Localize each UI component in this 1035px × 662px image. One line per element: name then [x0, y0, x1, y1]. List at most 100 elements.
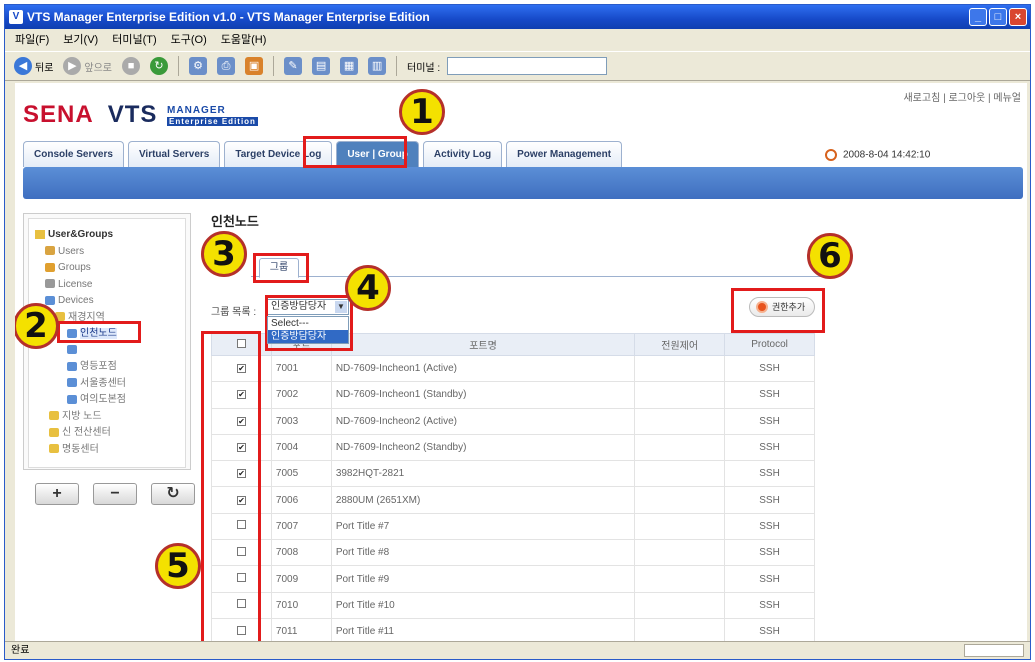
dropdown-option-select[interactable]: Select---: [268, 317, 348, 330]
folder-icon: [49, 427, 59, 437]
protocol-cell: SSH: [724, 591, 815, 619]
port-cell: 7004: [270, 433, 332, 462]
user-icon: [45, 246, 55, 256]
terminal-address-field[interactable]: [447, 57, 608, 75]
highlight-user-group-tab: [303, 136, 407, 168]
tree-item-myeongdong[interactable]: 명동센터: [35, 442, 179, 459]
protocol-cell: SSH: [724, 407, 815, 435]
menu-terminal[interactable]: 터미널(T): [112, 29, 156, 51]
connect-icon: ⚙: [189, 57, 208, 75]
tree-item-groups[interactable]: Groups: [35, 260, 179, 277]
stop-button[interactable]: ■: [119, 55, 143, 77]
port-cell: 7010: [270, 591, 332, 619]
tree-item-hidden[interactable]: [35, 343, 179, 360]
power-cell: [634, 617, 726, 641]
tree-item-yeongdeungpo[interactable]: 영등포점: [35, 359, 179, 376]
tab-console-servers[interactable]: Console Servers: [23, 141, 124, 167]
datetime: 2008-8-04 14:42:10: [825, 149, 930, 161]
table-row[interactable]: ✔ 7005 3982HQT-2821 SSH: [211, 460, 815, 488]
protocol-cell: SSH: [724, 539, 815, 567]
table-row[interactable]: ✔ 7003 ND-7609-Incheon2 (Active) SSH: [211, 407, 815, 435]
save-icon: ▣: [245, 57, 264, 75]
highlight-group-subtab: [253, 253, 309, 283]
tree-item-yeouido[interactable]: 여의도본점: [35, 392, 179, 409]
refresh-tree-button[interactable]: ↻: [151, 483, 195, 505]
print-button[interactable]: ⎙: [214, 55, 238, 77]
group-icon: [45, 262, 55, 272]
tree-item-devices[interactable]: Devices: [35, 293, 179, 310]
tree-view: User&Groups Users Groups License Devices…: [28, 218, 186, 468]
protocol-cell: SSH: [724, 512, 815, 541]
menu-help[interactable]: 도움말(H): [221, 29, 267, 51]
folder-icon: [49, 444, 59, 454]
tree-item-license[interactable]: License: [35, 277, 179, 294]
tab-virtual-servers[interactable]: Virtual Servers: [127, 141, 221, 167]
save-button[interactable]: ▣: [242, 55, 266, 77]
back-button[interactable]: ◀ 뒤로: [11, 55, 56, 77]
power-cell: [634, 591, 726, 619]
callout-badge-1: 1: [399, 89, 445, 135]
table-row[interactable]: ✔ 7004 ND-7609-Incheon2 (Standby) SSH: [211, 433, 815, 462]
web-page: 새로고침 | 로그아웃 | 메뉴얼 SENA VTS MANAGER Enterpr…: [15, 83, 1027, 641]
status-zone-box: [964, 644, 1024, 657]
table-row[interactable]: ✔ 7006 2880UM (2651XM) SSH: [211, 486, 815, 514]
port-cell: 7009: [270, 565, 332, 593]
forward-arrow-icon: ▶: [63, 57, 82, 75]
tree-item-local[interactable]: 지방 노드: [35, 409, 179, 426]
highlight-add-permission: [731, 288, 825, 333]
tree-item-users[interactable]: Users: [35, 244, 179, 261]
tree-item-datacenter[interactable]: 신 전산센터: [35, 425, 179, 442]
port-table: 포트 포트명 전원제어 Protocol ✔ 7001 ND-7609-Incheo…: [211, 333, 815, 641]
group-list-label: 그룹 목록 :: [211, 307, 257, 318]
menu-tools[interactable]: 도구(O): [171, 29, 207, 51]
layout-button-1[interactable]: ▤: [309, 55, 333, 77]
print-icon: ⎙: [217, 57, 236, 75]
table-row[interactable]: 7007 Port Title #7 SSH: [211, 512, 815, 541]
edit-icon: ✎: [284, 57, 303, 75]
port-name-cell: Port Title #7: [330, 512, 636, 541]
tab-power-management[interactable]: Power Management: [506, 141, 623, 167]
menu-view[interactable]: 보기(V): [63, 29, 98, 51]
port-cell: 7008: [270, 539, 332, 567]
power-cell: [634, 512, 726, 541]
add-node-button[interactable]: +: [35, 483, 79, 505]
table-row[interactable]: 7009 Port Title #9 SSH: [211, 565, 815, 593]
layout-button-3[interactable]: ▥: [365, 55, 389, 77]
port-cell: 7007: [270, 512, 332, 541]
table-row[interactable]: ✔ 7001 ND-7609-Incheon1 (Active) SSH: [211, 354, 815, 383]
callout-badge-2: 2: [15, 303, 59, 349]
toolbar: ◀ 뒤로 ▶ 앞으로 ■ ↻ ⚙ ⎙ ▣ ✎ ▤ ▦ ▥ 터미널 :: [5, 51, 1030, 81]
tree-root[interactable]: User&Groups: [35, 227, 179, 244]
dropdown-option-admin[interactable]: 인증방담당자: [268, 330, 348, 343]
layout-button-2[interactable]: ▦: [337, 55, 361, 77]
tab-activity-log[interactable]: Activity Log: [422, 141, 503, 167]
forward-button[interactable]: ▶ 앞으로: [60, 55, 115, 77]
tree-item-seoul[interactable]: 서울종센터: [35, 376, 179, 393]
header-port-name: 포트명: [330, 333, 636, 356]
table-row[interactable]: ✔ 7002 ND-7609-Incheon1 (Standby) SSH: [211, 381, 815, 409]
close-button[interactable]: ×: [1009, 8, 1027, 26]
top-links[interactable]: 새로고침 | 로그아웃 | 메뉴얼: [903, 89, 1021, 104]
table-row[interactable]: 7011 Port Title #11 SSH: [211, 617, 815, 641]
table-row[interactable]: 7010 Port Title #10 SSH: [211, 591, 815, 619]
highlight-checkbox-column: [201, 331, 261, 641]
edit-button[interactable]: ✎: [281, 55, 305, 77]
maximize-button[interactable]: □: [989, 8, 1007, 26]
layout-icon: ▤: [312, 57, 331, 75]
stop-icon: ■: [122, 57, 141, 75]
device-icon: [45, 295, 55, 305]
page-title: 인천노드: [211, 214, 259, 229]
remove-node-button[interactable]: −: [93, 483, 137, 505]
minimize-button[interactable]: _: [969, 8, 987, 26]
header-power: 전원제어: [634, 333, 726, 356]
port-name-cell: ND-7609-Incheon2 (Standby): [330, 433, 636, 462]
power-cell: [634, 539, 726, 567]
connect-button[interactable]: ⚙: [186, 55, 210, 77]
table-row[interactable]: 7008 Port Title #8 SSH: [211, 539, 815, 567]
menu-file[interactable]: 파일(F): [15, 29, 49, 51]
port-name-cell: ND-7609-Incheon1 (Standby): [330, 381, 636, 409]
refresh-button[interactable]: ↻: [147, 55, 171, 77]
port-name-cell: 2880UM (2651XM): [330, 486, 636, 514]
power-cell: [634, 565, 726, 593]
layout-icon: ▥: [368, 57, 387, 75]
